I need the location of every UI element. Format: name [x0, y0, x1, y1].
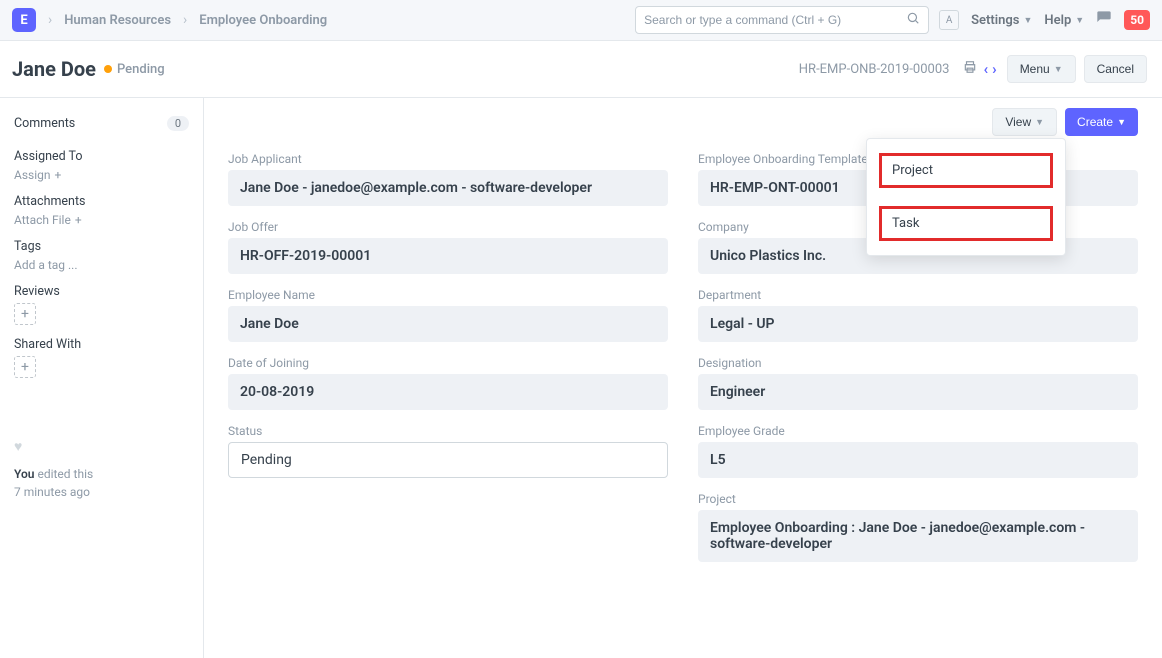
menu-label: Menu — [1020, 62, 1050, 76]
prev-doc-button[interactable]: ‹ — [981, 60, 990, 78]
caret-down-icon: ▼ — [1035, 117, 1044, 127]
doj-value[interactable]: 20-08-2019 — [228, 374, 668, 410]
chevron-right-icon: › — [181, 12, 189, 28]
caret-down-icon: ▼ — [1054, 64, 1063, 74]
field-project: Project Employee Onboarding : Jane Doe -… — [698, 492, 1138, 562]
view-button[interactable]: View ▼ — [992, 108, 1057, 136]
sidebar-tags-label: Tags — [14, 227, 189, 254]
status-dot-icon — [104, 65, 112, 73]
sidebar-comments[interactable]: Comments 0 — [14, 110, 189, 137]
chevron-right-icon: › — [46, 12, 54, 28]
chat-icon[interactable] — [1096, 10, 1112, 30]
field-job-offer: Job Offer HR-OFF-2019-00001 — [228, 220, 668, 274]
grade-value[interactable]: L5 — [698, 442, 1138, 478]
notification-badge[interactable]: 50 — [1124, 10, 1150, 30]
employee-name-value[interactable]: Jane Doe — [228, 306, 668, 342]
status-badge: Pending — [104, 62, 165, 77]
field-designation: Designation Engineer — [698, 356, 1138, 410]
page-head: Jane Doe Pending HR-EMP-ONB-2019-00003 ‹… — [0, 41, 1162, 98]
field-status: Status Pending — [228, 424, 668, 478]
designation-value[interactable]: Engineer — [698, 374, 1138, 410]
add-share-button[interactable]: + — [14, 356, 36, 378]
field-employee-grade: Employee Grade L5 — [698, 424, 1138, 478]
edit-log: You edited this 7 minutes ago — [14, 465, 189, 501]
plus-icon: + — [55, 168, 62, 182]
field-employee-name: Employee Name Jane Doe — [228, 288, 668, 342]
comments-count: 0 — [167, 116, 189, 131]
menu-button[interactable]: Menu ▼ — [1007, 55, 1076, 83]
field-date-of-joining: Date of Joining 20-08-2019 — [228, 356, 668, 410]
help-label: Help — [1044, 13, 1071, 28]
status-select[interactable]: Pending — [228, 442, 668, 478]
dropdown-item-project[interactable]: Project — [879, 153, 1053, 188]
create-button[interactable]: Create ▼ — [1065, 108, 1138, 136]
settings-menu[interactable]: Settings ▼ — [971, 13, 1032, 28]
field-job-applicant: Job Applicant Jane Doe - janedoe@example… — [228, 152, 668, 206]
status-text: Pending — [117, 62, 165, 77]
help-menu[interactable]: Help ▼ — [1044, 13, 1084, 28]
job-applicant-value[interactable]: Jane Doe - janedoe@example.com - softwar… — [228, 170, 668, 206]
print-icon[interactable] — [959, 60, 981, 78]
breadcrumb-hr[interactable]: Human Resources — [64, 13, 171, 28]
job-offer-value[interactable]: HR-OFF-2019-00001 — [228, 238, 668, 274]
plus-icon: + — [75, 213, 82, 227]
sidebar-attachments-label: Attachments — [14, 182, 189, 209]
navbar: E › Human Resources › Employee Onboardin… — [0, 0, 1162, 41]
caret-down-icon: ▼ — [1117, 117, 1126, 127]
project-value[interactable]: Employee Onboarding : Jane Doe - janedoe… — [698, 510, 1138, 562]
create-dropdown: Project Task — [866, 138, 1066, 256]
edit-time: 7 minutes ago — [14, 485, 90, 499]
assign-action[interactable]: Assign + — [14, 164, 189, 182]
breadcrumb-onboarding[interactable]: Employee Onboarding — [199, 13, 327, 28]
global-search[interactable] — [635, 6, 929, 34]
page-title: Jane Doe — [12, 57, 96, 81]
field-department: Department Legal - UP — [698, 288, 1138, 342]
sidebar-reviews-label: Reviews — [14, 272, 189, 299]
app-logo[interactable]: E — [12, 8, 36, 32]
settings-label: Settings — [971, 13, 1019, 28]
add-tag-action[interactable]: Add a tag ... — [14, 254, 189, 272]
sidebar-shared-label: Shared With — [14, 325, 189, 352]
caret-down-icon: ▼ — [1075, 15, 1084, 26]
user-avatar-letter[interactable]: A — [939, 10, 959, 30]
caret-down-icon: ▼ — [1023, 15, 1032, 26]
search-input[interactable] — [644, 13, 906, 27]
document-id: HR-EMP-ONB-2019-00003 — [799, 62, 950, 77]
attach-file-action[interactable]: Attach File + — [14, 209, 189, 227]
main-content: View ▼ Create ▼ Project Task Job Applica… — [204, 98, 1162, 658]
dropdown-item-task[interactable]: Task — [879, 206, 1053, 241]
sidebar: Comments 0 Assigned To Assign + Attachme… — [0, 98, 204, 658]
like-icon[interactable]: ♥ — [14, 438, 189, 455]
add-review-button[interactable]: + — [14, 303, 36, 325]
sidebar-assigned-to-label: Assigned To — [14, 137, 189, 164]
search-icon — [906, 11, 920, 29]
cancel-button[interactable]: Cancel — [1084, 55, 1147, 83]
next-doc-button[interactable]: › — [990, 60, 999, 78]
department-value[interactable]: Legal - UP — [698, 306, 1138, 342]
